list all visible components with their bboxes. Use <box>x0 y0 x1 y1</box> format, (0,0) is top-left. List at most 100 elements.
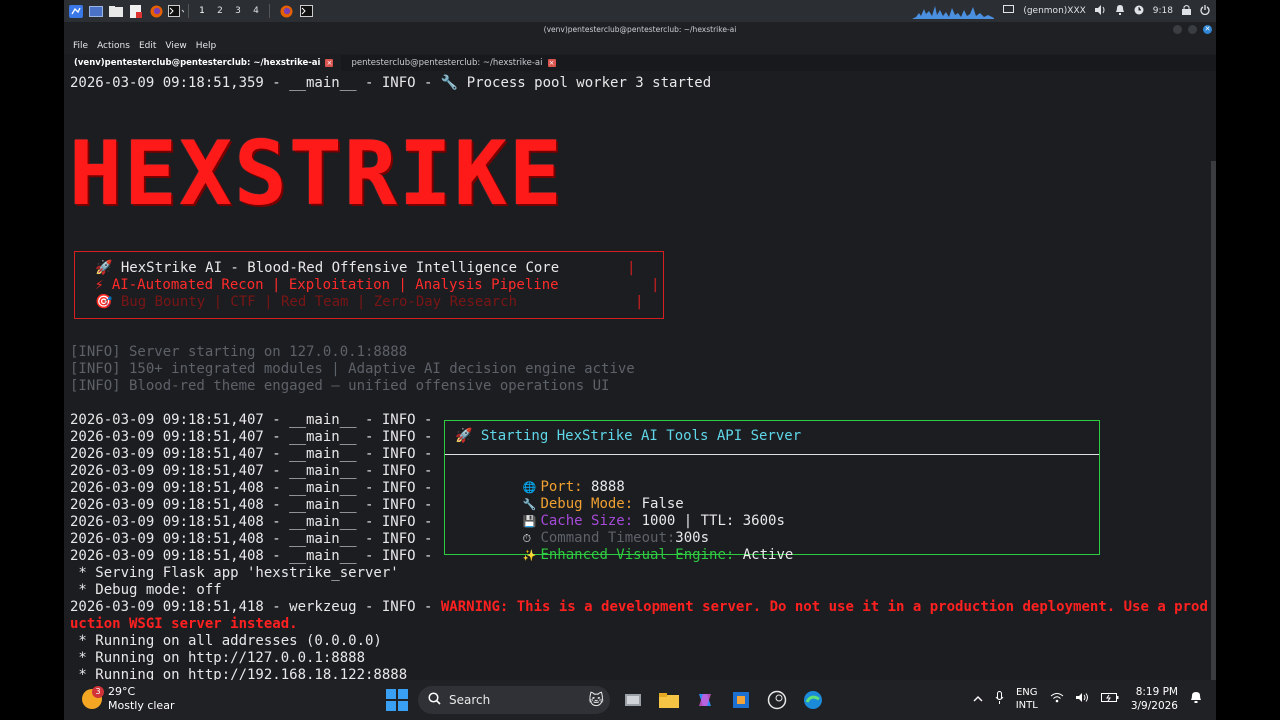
menu-edit[interactable]: Edit <box>139 41 156 51</box>
minimize-button[interactable] <box>1173 25 1182 34</box>
info-line: [INFO] Blood-red theme engaged — unified… <box>70 378 610 394</box>
info-box: 🚀 HexStrike AI - Blood-Red Offensive Int… <box>74 251 664 319</box>
log-line: 2026-03-09 09:18:51,407 - __main__ - INF… <box>70 429 433 445</box>
language-indicator[interactable]: ENG INTL <box>1016 686 1038 712</box>
maximize-button[interactable] <box>1188 25 1197 34</box>
lock-icon[interactable] <box>1182 4 1191 18</box>
info-line-core: 🚀 HexStrike AI - Blood-Red Offensive Int… <box>95 260 560 276</box>
tab-venv-terminal[interactable]: (venv)pentesterclub@pentesterclub: ~/hex… <box>64 55 342 71</box>
task-view-icon[interactable] <box>620 687 646 713</box>
log-line: 2026-03-09 09:18:51,408 - __main__ - INF… <box>70 480 433 496</box>
file-explorer-icon[interactable] <box>656 687 682 713</box>
tab-close-icon[interactable]: × <box>547 59 556 67</box>
log-line: 2026-03-09 09:18:51,359 - __main__ - INF… <box>70 75 712 91</box>
firefox-window-icon[interactable] <box>278 4 294 18</box>
search-icon <box>428 692 441 708</box>
notification-center-icon[interactable] <box>1190 691 1202 707</box>
system-clock[interactable]: 8:19 PM 3/9/2026 <box>1131 685 1178 713</box>
menu-help[interactable]: Help <box>196 41 217 51</box>
top-panel: 1 2 3 4 (genmon)XXX 9:18 <box>64 0 1216 22</box>
window-title: (venv)pentesterclub@pentesterclub: ~/hex… <box>543 25 737 34</box>
window-titlebar[interactable]: (venv)pentesterclub@pentesterclub: ~/hex… <box>64 22 1216 38</box>
info-line: [INFO] Server starting on 127.0.0.1:8888 <box>70 344 408 360</box>
tab-close-icon[interactable]: × <box>325 59 334 67</box>
workspace-1[interactable]: 1 <box>193 6 211 16</box>
info-line: [INFO] 150+ integrated modules | Adaptiv… <box>70 361 635 377</box>
log-line: 2026-03-09 09:18:51,408 - __main__ - INF… <box>70 531 433 547</box>
genmon-label: (genmon)XXX <box>1023 6 1086 16</box>
info-line-modes: 🎯 Bug Bounty | CTF | Red Team | Zero-Day… <box>95 294 518 310</box>
running-line: * Running on all addresses (0.0.0.0) <box>70 633 382 649</box>
chevron-up-icon[interactable] <box>973 694 983 705</box>
warning-text: WARNING: This is a development server. D… <box>440 599 1208 615</box>
firefox-icon[interactable] <box>148 4 164 18</box>
weather-widget[interactable]: 3 29°C Mostly clear <box>82 685 174 713</box>
volume-icon[interactable] <box>1094 4 1106 18</box>
notification-bell-icon[interactable] <box>1115 4 1125 18</box>
weather-temp: 29°C <box>108 685 136 698</box>
show-desktop-icon[interactable] <box>88 4 104 18</box>
edge-icon[interactable] <box>800 687 826 713</box>
werkzeug-line: 2026-03-09 09:18:51,418 - werkzeug - INF… <box>70 599 1208 615</box>
taskbar-search[interactable]: Search 🐱 <box>418 686 610 714</box>
engine-row: ✨ Enhanced Visual Engine: Active <box>522 547 794 563</box>
battery-icon[interactable] <box>1100 692 1119 706</box>
desktop: 1 2 3 4 (genmon)XXX 9:18 (venv)pentester… <box>64 0 1216 720</box>
tab-label: pentesterclub@pentesterclub: ~/hexstrike… <box>351 58 543 68</box>
menu-file[interactable]: File <box>73 41 88 51</box>
workspace-2[interactable]: 2 <box>211 6 229 16</box>
clock-time: 8:19 PM <box>1135 686 1178 698</box>
speaker-icon[interactable] <box>1075 692 1089 706</box>
weather-desc: Mostly clear <box>108 699 175 712</box>
server-box-header: 🚀 Starting HexStrike AI Tools API Server <box>455 428 802 444</box>
flask-line: * Debug mode: off <box>70 582 222 598</box>
wifi-icon[interactable] <box>1050 692 1064 706</box>
box-border-char: | <box>627 260 636 276</box>
log-line: 2026-03-09 09:18:51,408 - __main__ - INF… <box>70 514 433 530</box>
weather-icon: 3 <box>82 686 104 709</box>
server-status-box: 🚀 Starting HexStrike AI Tools API Server… <box>444 420 1100 563</box>
power-icon[interactable] <box>1200 4 1210 18</box>
menu-view[interactable]: View <box>165 41 186 51</box>
menu-actions[interactable]: Actions <box>97 41 130 51</box>
divider <box>445 454 1099 455</box>
separator <box>269 4 270 18</box>
close-button[interactable]: ✕ <box>1203 25 1212 34</box>
clock-icon <box>1134 5 1144 18</box>
steam-icon[interactable] <box>764 687 790 713</box>
terminal-output[interactable]: 2026-03-09 09:18:51,359 - __main__ - INF… <box>64 71 1216 680</box>
log-line: 2026-03-09 09:18:51,407 - __main__ - INF… <box>70 463 433 479</box>
clock-date: 3/9/2026 <box>1130 700 1178 712</box>
workspace-4[interactable]: 4 <box>247 6 265 16</box>
box-border-char: | <box>635 294 644 310</box>
virtualbox-icon[interactable] <box>728 687 754 713</box>
info-line-pipeline: ⚡ AI-Automated Recon | Exploitation | An… <box>95 277 559 293</box>
start-button[interactable] <box>386 689 408 711</box>
weather-badge: 3 <box>92 686 104 698</box>
text-editor-icon[interactable] <box>128 4 144 18</box>
tab-bar: (venv)pentesterclub@pentesterclub: ~/hex… <box>64 55 1216 71</box>
sparkle-icon: ✨ <box>522 549 537 562</box>
log-line: 2026-03-09 09:18:51,408 - __main__ - INF… <box>70 548 433 564</box>
warning-text: uction WSGI server instead. <box>70 616 298 632</box>
cpu-graph-icon <box>912 1 995 22</box>
display-icon[interactable] <box>1003 5 1015 17</box>
windows-taskbar: 3 29°C Mostly clear Search 🐱 ENG INTL 8:… <box>64 680 1216 720</box>
running-line: * Running on http://127.0.0.1:8888 <box>70 650 366 666</box>
copilot-icon[interactable] <box>692 687 718 713</box>
workspace-3[interactable]: 3 <box>229 6 247 16</box>
flask-line: * Serving Flask app 'hexstrike_server' <box>70 565 399 581</box>
log-line: 2026-03-09 09:18:51,407 - __main__ - INF… <box>70 446 433 462</box>
terminal-window-icon[interactable] <box>298 4 314 18</box>
search-highlight-icon: 🐱 <box>588 691 604 709</box>
tab-label: (venv)pentesterclub@pentesterclub: ~/hex… <box>74 58 321 68</box>
menu-bar: File Actions Edit View Help <box>64 38 1216 54</box>
panel-time: 9:18 <box>1152 6 1173 16</box>
tab-terminal[interactable]: pentesterclub@pentesterclub: ~/hexstrike… <box>341 55 563 71</box>
kali-menu-icon[interactable] <box>68 4 84 18</box>
file-manager-icon[interactable] <box>108 4 124 18</box>
microphone-icon[interactable] <box>995 690 1004 708</box>
scrollbar[interactable] <box>1211 161 1216 680</box>
separator <box>188 4 189 18</box>
terminal-dropdown-icon[interactable] <box>168 4 184 18</box>
